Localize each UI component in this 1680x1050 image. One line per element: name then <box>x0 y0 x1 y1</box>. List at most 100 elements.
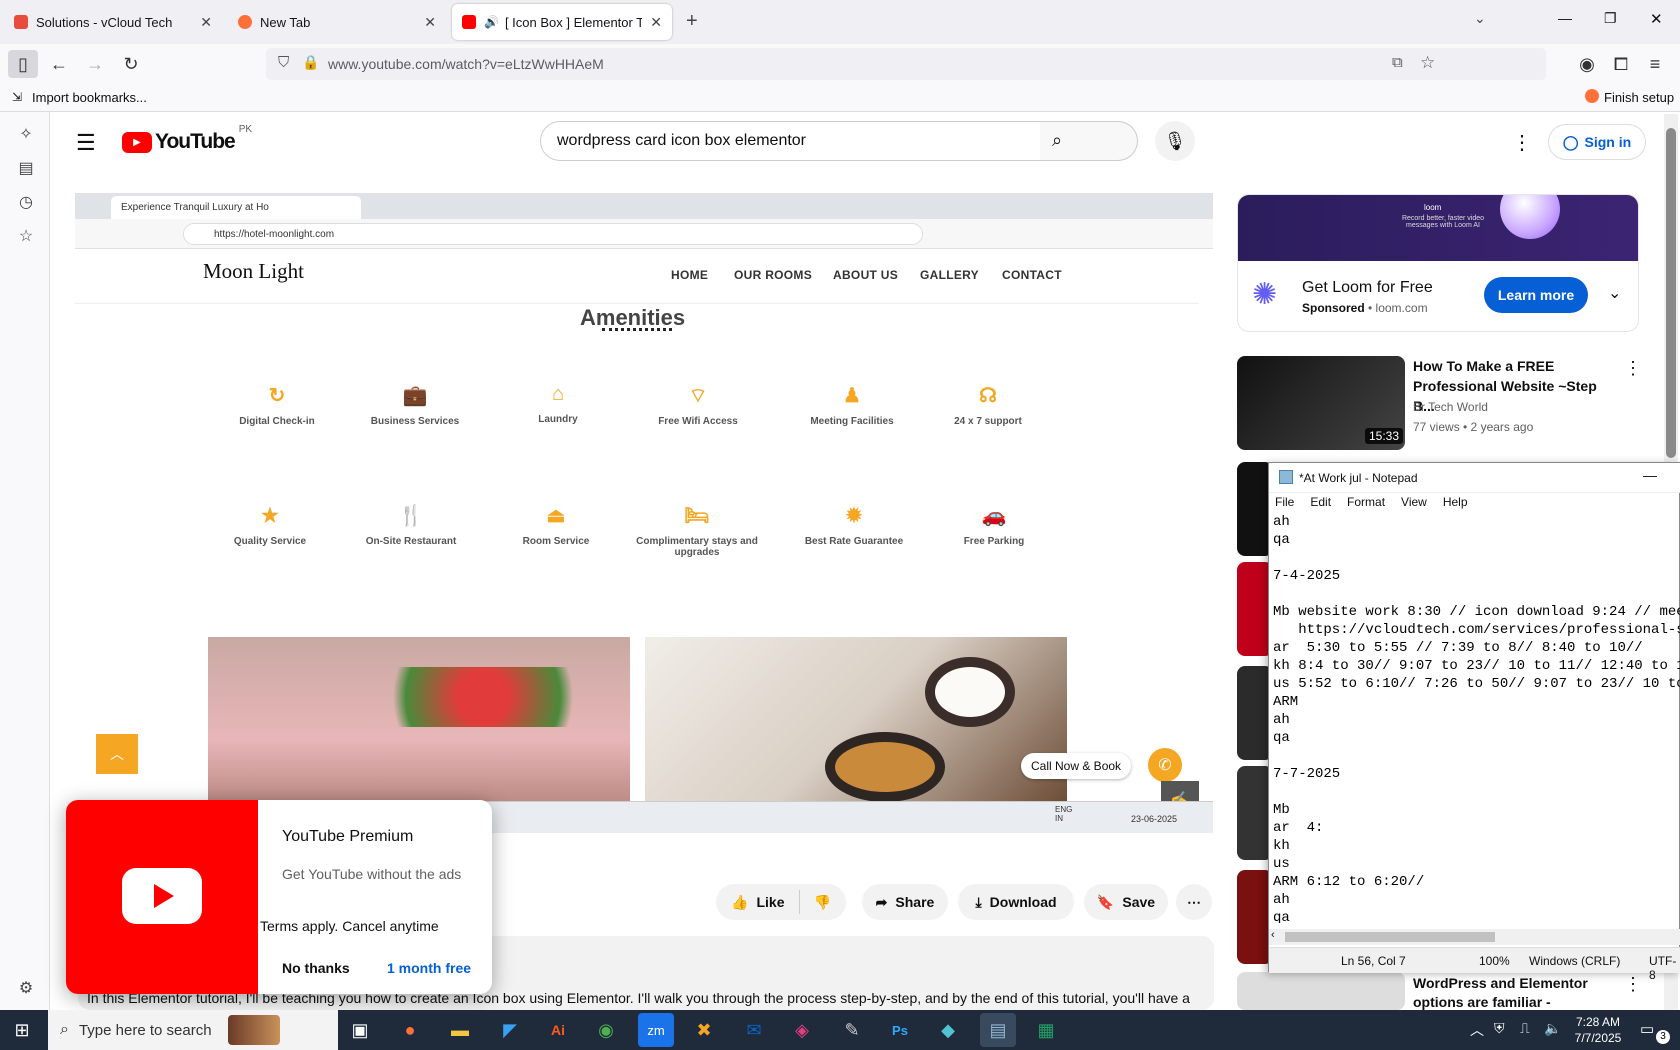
maximize-icon[interactable]: ❐ <box>1604 10 1617 27</box>
notepad-window[interactable]: *At Work jul - Notepad — File Edit Forma… <box>1268 462 1680 982</box>
dislike-button-icon[interactable]: 👎 <box>814 894 831 911</box>
room-service-icon: ⏏ <box>546 505 566 527</box>
youtube-logo[interactable]: ▶ YouTube PK <box>122 124 252 154</box>
close-tab-icon[interactable]: ✕ <box>200 14 212 31</box>
clock-time: 7:28 AM <box>1575 1015 1621 1029</box>
tab-new-tab[interactable]: New Tab ✕ <box>228 4 446 40</box>
bookmarks-icon[interactable]: ☆ <box>16 226 36 246</box>
forward-icon[interactable]: → <box>80 50 110 78</box>
chevron-down-icon[interactable]: ⌄ <box>1608 283 1621 303</box>
url-bar[interactable]: ⛉ 🔒 www.youtube.com/watch?v=eLtzWwHHAeM … <box>266 48 1546 80</box>
video-thumbnail[interactable]: 15:33 <box>1237 356 1405 450</box>
security-tray-icon[interactable]: ⛨ <box>1494 1020 1505 1037</box>
url-text[interactable]: www.youtube.com/watch?v=eLtzWwHHAeM <box>328 56 604 72</box>
outlook-icon[interactable]: ✉ <box>736 1013 772 1047</box>
menu-edit[interactable]: Edit <box>1310 495 1331 509</box>
amenity-label: Free Parking <box>963 536 1025 547</box>
bookmarks-bar: ⇲ Import bookmarks... Finish setup <box>0 84 1680 112</box>
voice-search-mic-icon[interactable]: 🎙 <box>1155 121 1195 161</box>
learn-more-button[interactable]: Learn more <box>1484 277 1588 313</box>
speaker-icon[interactable]: 🔊 <box>484 15 499 29</box>
shield-icon[interactable]: ⛉ <box>278 54 289 71</box>
hscroll-thumb[interactable] <box>1285 932 1495 942</box>
sign-in-button[interactable]: ◯ Sign in <box>1548 124 1646 160</box>
vscode-icon[interactable]: ◤ <box>492 1013 528 1047</box>
menu-hamburger-icon[interactable]: ≡ <box>1640 50 1670 78</box>
chrome-icon[interactable]: ◉ <box>588 1013 624 1047</box>
menu-file[interactable]: File <box>1275 495 1294 509</box>
reload-icon[interactable]: ↻ <box>116 50 146 78</box>
more-actions-icon[interactable]: ⋯ <box>1176 884 1212 920</box>
settings-more-icon[interactable]: ⋮ <box>1512 130 1532 155</box>
notepad-taskbar-icon[interactable]: ▤ <box>980 1013 1016 1047</box>
bookmark-star-icon[interactable]: ☆ <box>1420 53 1435 73</box>
close-tab-icon[interactable]: ✕ <box>650 14 662 31</box>
task-view-icon[interactable]: ▣ <box>342 1013 378 1047</box>
video-thumbnail[interactable] <box>1237 972 1405 1010</box>
close-tab-icon[interactable]: ✕ <box>424 14 436 31</box>
save-button[interactable]: 🔖 Save <box>1084 884 1168 920</box>
sponsored-ad-card[interactable]: loom Record better, faster video message… <box>1237 194 1639 332</box>
tab-youtube-video[interactable]: 🔊 [ Icon Box ] Elementor Tuto ✕ <box>452 4 672 40</box>
settings-gear-icon[interactable]: ⚙ <box>16 978 36 998</box>
download-button[interactable]: ⤓ Download <box>958 884 1074 920</box>
guide-menu-icon[interactable]: ☰ <box>76 130 96 156</box>
video-title[interactable]: WordPress and Elementor options are fami… <box>1413 974 1613 1010</box>
photoshop-icon[interactable]: Ps <box>882 1013 918 1047</box>
extensions-icon[interactable]: ⧠ <box>1606 50 1636 78</box>
firefox-taskbar-icon[interactable]: ● <box>392 1013 428 1047</box>
minimize-icon[interactable]: — <box>1558 10 1572 26</box>
more-options-icon[interactable]: ⋮ <box>1624 974 1642 995</box>
lock-icon[interactable]: 🔒 <box>302 54 319 71</box>
scroll-left-icon[interactable]: ‹ <box>1271 929 1275 941</box>
app-diamond-icon[interactable]: ◆ <box>930 1013 966 1047</box>
file-explorer-icon[interactable]: ▬ <box>442 1013 478 1047</box>
notepad-text-area[interactable]: ah qa 7-4-2025 Mb website work 8:30 // i… <box>1273 513 1680 923</box>
search-input[interactable]: wordpress card icon box elementor ✕ <box>540 121 1100 161</box>
picture-in-picture-icon[interactable]: ⧉ <box>1392 54 1403 71</box>
taskbar-clock[interactable]: 7:28 AM 7/7/2025 <box>1568 1014 1628 1046</box>
list-tabs-chevron-icon[interactable]: ⌄ <box>1474 10 1486 27</box>
network-icon[interactable]: ⎍ <box>1520 1020 1530 1037</box>
notepad-hscrollbar[interactable]: ‹ <box>1269 929 1680 945</box>
taskbar-search-box[interactable]: ⌕ Type here to search <box>48 1010 338 1050</box>
share-button[interactable]: ➦ Share <box>862 884 948 920</box>
no-thanks-button[interactable]: No thanks <box>282 960 350 976</box>
like-button[interactable]: 👍 Like <box>731 894 784 911</box>
account-icon[interactable]: ◉ <box>1572 50 1602 78</box>
history-icon[interactable]: ◷ <box>16 192 36 212</box>
sidebar-toggle-icon[interactable]: ▯ <box>8 50 38 78</box>
youtube-favicon-icon <box>462 15 476 29</box>
search-button[interactable]: ⌕ <box>1040 121 1138 161</box>
excel-icon[interactable]: ▦ <box>1028 1013 1064 1047</box>
notepad-minimize-icon[interactable]: — <box>1643 467 1657 483</box>
menu-format[interactable]: Format <box>1347 495 1385 509</box>
notifications-icon[interactable]: ▭ <box>1640 1020 1654 1038</box>
volume-icon[interactable]: 🔈 <box>1544 1020 1561 1037</box>
close-window-icon[interactable]: ✕ <box>1650 10 1663 28</box>
video-player[interactable]: Experience Tranquil Luxury at Ho https:/… <box>75 193 1213 833</box>
photos-icon[interactable]: ◈ <box>784 1013 820 1047</box>
tray-chevron-icon[interactable]: ︿ <box>1470 1020 1484 1040</box>
finish-setup-link[interactable]: Finish setup <box>1604 90 1674 105</box>
menu-help[interactable]: Help <box>1443 495 1468 509</box>
import-bookmarks-link[interactable]: Import bookmarks... <box>32 90 147 105</box>
zoom-icon[interactable]: zm <box>638 1013 674 1047</box>
synced-tabs-icon[interactable]: ▤ <box>16 158 36 178</box>
illustrator-icon[interactable]: Ai <box>540 1013 576 1047</box>
more-options-icon[interactable]: ⋮ <box>1624 358 1642 379</box>
youtube-play-logo-icon: ▶ <box>122 131 152 153</box>
ai-chatbot-icon[interactable]: ✧ <box>16 124 36 144</box>
menu-view[interactable]: View <box>1401 495 1427 509</box>
xampp-icon[interactable]: ✖ <box>686 1013 722 1047</box>
new-tab-plus-icon[interactable]: + <box>686 10 698 33</box>
pen-tool-icon[interactable]: ✎ <box>834 1013 870 1047</box>
youtube-logo-text: YouTube <box>155 130 236 153</box>
channel-name[interactable]: Br Tech World <box>1413 400 1488 414</box>
back-icon[interactable]: ← <box>44 50 74 78</box>
scrollbar-thumb[interactable] <box>1666 128 1676 458</box>
free-trial-button[interactable]: 1 month free <box>387 960 471 976</box>
windows-start-icon[interactable]: ⊞ <box>4 1013 40 1047</box>
notepad-titlebar[interactable]: *At Work jul - Notepad — <box>1269 463 1680 493</box>
tab-solutions[interactable]: Solutions - vCloud Tech ✕ <box>4 4 222 40</box>
